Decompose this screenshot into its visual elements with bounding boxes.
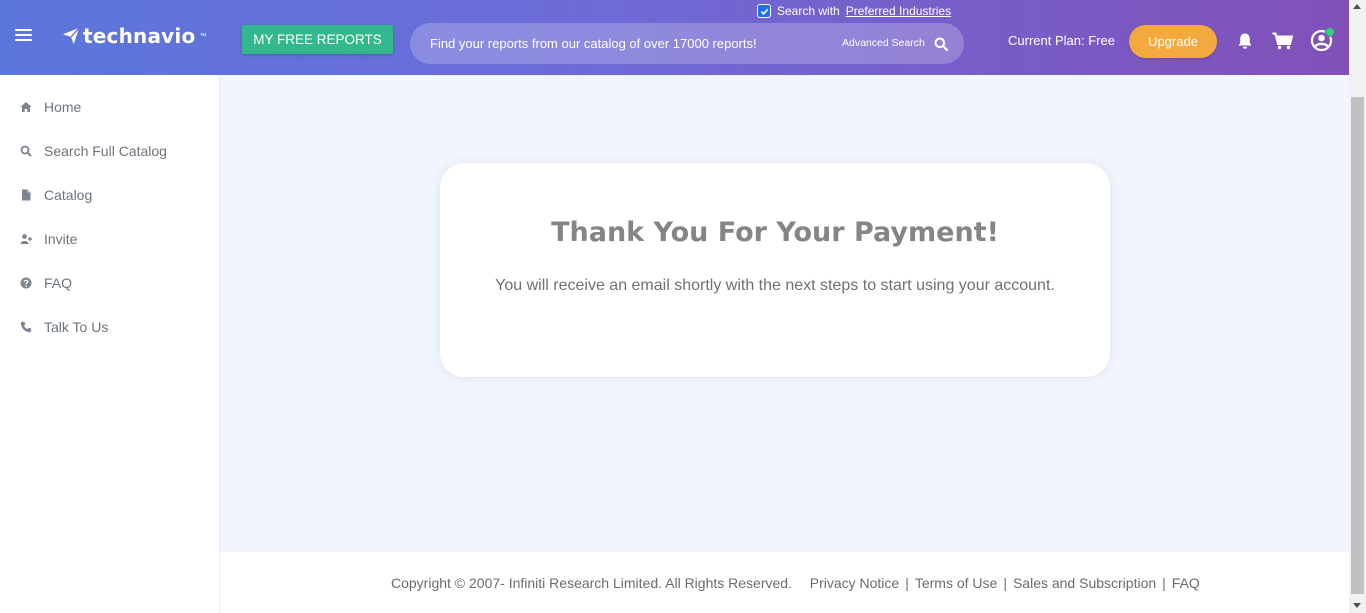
- sidebar-item-talk-to-us[interactable]: Talk To Us: [20, 319, 108, 335]
- search-icon[interactable]: [934, 37, 948, 51]
- logo-mark-icon: [62, 27, 80, 45]
- search-icon: [20, 145, 32, 157]
- preferred-industries-link[interactable]: Preferred Industries: [846, 4, 951, 18]
- phone-icon: [20, 321, 32, 333]
- scroll-down-arrow-icon[interactable]: [1353, 603, 1361, 608]
- terms-of-use-link[interactable]: Terms of Use: [915, 575, 997, 591]
- footer-separator: |: [1162, 575, 1166, 591]
- checkmark-icon: [760, 8, 768, 15]
- home-icon: [20, 102, 32, 112]
- copyright-text: Copyright © 2007- Infiniti Research Limi…: [391, 575, 792, 591]
- page-title: Thank You For Your Payment!: [551, 217, 999, 248]
- footer-separator: |: [1003, 575, 1007, 591]
- technavio-logo[interactable]: technavio ™: [62, 24, 206, 48]
- footer: Copyright © 2007- Infiniti Research Limi…: [220, 552, 1349, 613]
- preferred-prefix-label: Search with: [777, 4, 840, 18]
- scroll-up-arrow-icon[interactable]: [1353, 4, 1361, 9]
- footer-links: Copyright © 2007- Infiniti Research Limi…: [391, 575, 1200, 591]
- sidebar: Home Search Full Catalog Catalog Invite …: [0, 75, 220, 613]
- payment-confirmation-card: Thank You For Your Payment! You will rec…: [440, 163, 1110, 377]
- logo-trademark: ™: [199, 32, 207, 40]
- sidebar-item-invite[interactable]: Invite: [20, 231, 77, 247]
- file-icon: [22, 189, 31, 201]
- advanced-search-link[interactable]: Advanced Search: [842, 37, 925, 49]
- sidebar-item-faq[interactable]: FAQ: [20, 275, 72, 291]
- footer-separator: |: [905, 575, 909, 591]
- upgrade-button[interactable]: Upgrade: [1129, 25, 1217, 58]
- question-icon: [20, 277, 32, 289]
- bell-icon[interactable]: [1236, 32, 1254, 50]
- sidebar-item-home[interactable]: Home: [20, 99, 81, 115]
- sidebar-item-label: Talk To Us: [44, 319, 109, 335]
- current-plan-label: Current Plan: Free: [1008, 33, 1115, 48]
- logo-text: technavio: [83, 24, 196, 48]
- scrollbar-thumb[interactable]: [1351, 97, 1364, 594]
- confirmation-message: You will receive an email shortly with t…: [495, 277, 1055, 294]
- sidebar-item-label: Invite: [44, 231, 78, 247]
- sidebar-item-label: Catalog: [44, 187, 93, 203]
- online-status-dot: [1325, 27, 1335, 37]
- preferred-industries-toggle: Search with Preferred Industries: [757, 4, 951, 18]
- preferred-industries-checkbox[interactable]: [757, 4, 771, 18]
- sales-and-subscription-link[interactable]: Sales and Subscription: [1013, 575, 1156, 591]
- user-plus-icon: [20, 234, 32, 244]
- cart-icon[interactable]: [1272, 32, 1293, 50]
- sidebar-item-label: Search Full Catalog: [44, 143, 167, 159]
- hamburger-icon[interactable]: [15, 29, 32, 43]
- sidebar-item-catalog[interactable]: Catalog: [20, 187, 92, 203]
- catalog-search-bar: Advanced Search: [410, 23, 964, 64]
- my-free-reports-button[interactable]: MY FREE REPORTS: [242, 25, 393, 54]
- sidebar-item-search-full-catalog[interactable]: Search Full Catalog: [20, 143, 167, 159]
- catalog-search-input[interactable]: [430, 23, 830, 64]
- top-header: technavio ™ MY FREE REPORTS Search with …: [0, 0, 1349, 75]
- sidebar-item-label: FAQ: [44, 275, 73, 291]
- vertical-scrollbar[interactable]: [1349, 0, 1366, 613]
- privacy-notice-link[interactable]: Privacy Notice: [810, 575, 899, 591]
- footer-faq-link[interactable]: FAQ: [1172, 575, 1200, 591]
- sidebar-item-label: Home: [44, 99, 82, 115]
